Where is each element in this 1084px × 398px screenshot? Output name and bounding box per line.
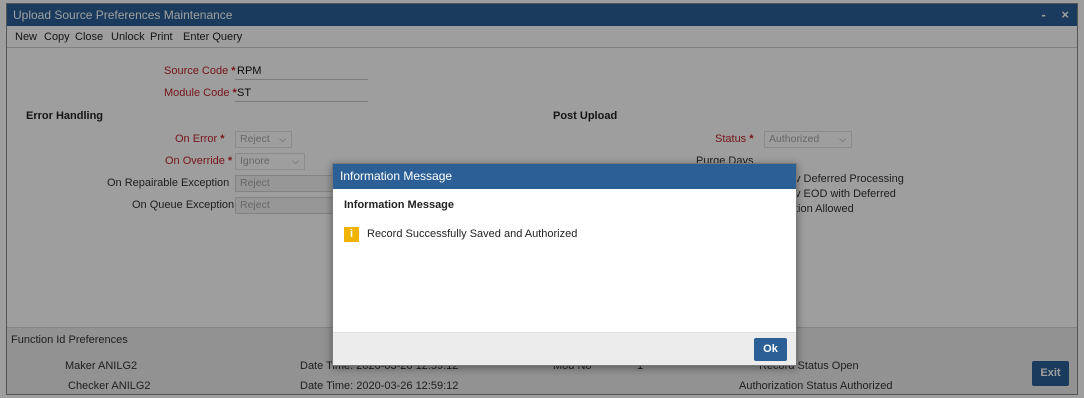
dialog-title: Information Message	[333, 164, 796, 189]
dialog-message: Record Successfully Saved and Authorized	[367, 228, 578, 240]
info-icon: i	[344, 227, 359, 242]
dialog-footer: Ok	[333, 332, 796, 365]
ok-button[interactable]: Ok	[754, 338, 787, 361]
information-dialog: Information Message Information Message …	[332, 163, 797, 366]
dialog-body-title: Information Message	[344, 199, 455, 211]
